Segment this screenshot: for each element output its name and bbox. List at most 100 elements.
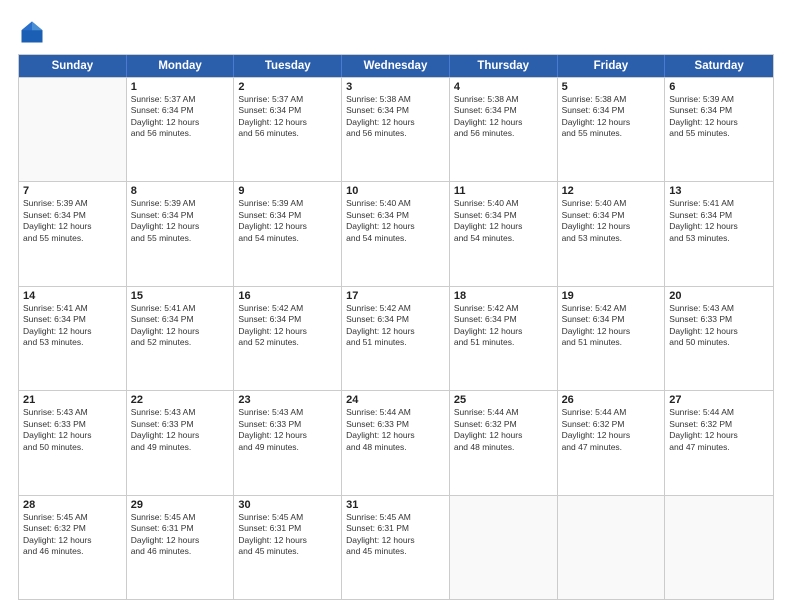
day-cell-23: 23Sunrise: 5:43 AMSunset: 6:33 PMDayligh… [234, 391, 342, 494]
cell-info: Sunrise: 5:44 AMSunset: 6:33 PMDaylight:… [346, 407, 445, 453]
week-row-2: 7Sunrise: 5:39 AMSunset: 6:34 PMDaylight… [19, 181, 773, 285]
cell-info: Sunrise: 5:40 AMSunset: 6:34 PMDaylight:… [562, 198, 661, 244]
day-cell-14: 14Sunrise: 5:41 AMSunset: 6:34 PMDayligh… [19, 287, 127, 390]
cell-info: Sunrise: 5:38 AMSunset: 6:34 PMDaylight:… [562, 94, 661, 140]
day-cell-27: 27Sunrise: 5:44 AMSunset: 6:32 PMDayligh… [665, 391, 773, 494]
cell-info: Sunrise: 5:43 AMSunset: 6:33 PMDaylight:… [23, 407, 122, 453]
empty-cell [19, 78, 127, 181]
day-cell-5: 5Sunrise: 5:38 AMSunset: 6:34 PMDaylight… [558, 78, 666, 181]
day-number: 24 [346, 394, 445, 406]
cell-info: Sunrise: 5:37 AMSunset: 6:34 PMDaylight:… [238, 94, 337, 140]
day-cell-28: 28Sunrise: 5:45 AMSunset: 6:32 PMDayligh… [19, 496, 127, 599]
week-row-3: 14Sunrise: 5:41 AMSunset: 6:34 PMDayligh… [19, 286, 773, 390]
cell-info: Sunrise: 5:45 AMSunset: 6:31 PMDaylight:… [346, 512, 445, 558]
day-number: 17 [346, 290, 445, 302]
day-number: 28 [23, 499, 122, 511]
day-cell-31: 31Sunrise: 5:45 AMSunset: 6:31 PMDayligh… [342, 496, 450, 599]
day-number: 5 [562, 81, 661, 93]
logo-icon [18, 18, 46, 46]
logo [18, 18, 50, 46]
day-cell-25: 25Sunrise: 5:44 AMSunset: 6:32 PMDayligh… [450, 391, 558, 494]
cell-info: Sunrise: 5:41 AMSunset: 6:34 PMDaylight:… [131, 303, 230, 349]
day-cell-20: 20Sunrise: 5:43 AMSunset: 6:33 PMDayligh… [665, 287, 773, 390]
day-number: 10 [346, 185, 445, 197]
day-number: 1 [131, 81, 230, 93]
cell-info: Sunrise: 5:43 AMSunset: 6:33 PMDaylight:… [131, 407, 230, 453]
header-day-wednesday: Wednesday [342, 55, 450, 77]
day-cell-22: 22Sunrise: 5:43 AMSunset: 6:33 PMDayligh… [127, 391, 235, 494]
header-day-thursday: Thursday [450, 55, 558, 77]
cell-info: Sunrise: 5:39 AMSunset: 6:34 PMDaylight:… [669, 94, 769, 140]
day-number: 12 [562, 185, 661, 197]
cell-info: Sunrise: 5:38 AMSunset: 6:34 PMDaylight:… [346, 94, 445, 140]
day-cell-21: 21Sunrise: 5:43 AMSunset: 6:33 PMDayligh… [19, 391, 127, 494]
empty-cell [450, 496, 558, 599]
header-day-saturday: Saturday [665, 55, 773, 77]
day-number: 29 [131, 499, 230, 511]
day-cell-15: 15Sunrise: 5:41 AMSunset: 6:34 PMDayligh… [127, 287, 235, 390]
day-cell-2: 2Sunrise: 5:37 AMSunset: 6:34 PMDaylight… [234, 78, 342, 181]
day-number: 4 [454, 81, 553, 93]
empty-cell [558, 496, 666, 599]
day-cell-9: 9Sunrise: 5:39 AMSunset: 6:34 PMDaylight… [234, 182, 342, 285]
day-number: 26 [562, 394, 661, 406]
day-cell-11: 11Sunrise: 5:40 AMSunset: 6:34 PMDayligh… [450, 182, 558, 285]
day-number: 15 [131, 290, 230, 302]
day-number: 11 [454, 185, 553, 197]
day-number: 27 [669, 394, 769, 406]
cell-info: Sunrise: 5:39 AMSunset: 6:34 PMDaylight:… [131, 198, 230, 244]
day-number: 22 [131, 394, 230, 406]
day-cell-17: 17Sunrise: 5:42 AMSunset: 6:34 PMDayligh… [342, 287, 450, 390]
day-number: 20 [669, 290, 769, 302]
day-cell-6: 6Sunrise: 5:39 AMSunset: 6:34 PMDaylight… [665, 78, 773, 181]
day-number: 2 [238, 81, 337, 93]
calendar: SundayMondayTuesdayWednesdayThursdayFrid… [18, 54, 774, 600]
header-day-tuesday: Tuesday [234, 55, 342, 77]
day-cell-19: 19Sunrise: 5:42 AMSunset: 6:34 PMDayligh… [558, 287, 666, 390]
day-number: 6 [669, 81, 769, 93]
day-cell-12: 12Sunrise: 5:40 AMSunset: 6:34 PMDayligh… [558, 182, 666, 285]
day-cell-18: 18Sunrise: 5:42 AMSunset: 6:34 PMDayligh… [450, 287, 558, 390]
cell-info: Sunrise: 5:42 AMSunset: 6:34 PMDaylight:… [238, 303, 337, 349]
cell-info: Sunrise: 5:42 AMSunset: 6:34 PMDaylight:… [562, 303, 661, 349]
cell-info: Sunrise: 5:45 AMSunset: 6:32 PMDaylight:… [23, 512, 122, 558]
cell-info: Sunrise: 5:44 AMSunset: 6:32 PMDaylight:… [669, 407, 769, 453]
week-row-5: 28Sunrise: 5:45 AMSunset: 6:32 PMDayligh… [19, 495, 773, 599]
cell-info: Sunrise: 5:45 AMSunset: 6:31 PMDaylight:… [238, 512, 337, 558]
empty-cell [665, 496, 773, 599]
week-row-1: 1Sunrise: 5:37 AMSunset: 6:34 PMDaylight… [19, 77, 773, 181]
day-cell-7: 7Sunrise: 5:39 AMSunset: 6:34 PMDaylight… [19, 182, 127, 285]
header-day-friday: Friday [558, 55, 666, 77]
calendar-header: SundayMondayTuesdayWednesdayThursdayFrid… [19, 55, 773, 77]
cell-info: Sunrise: 5:41 AMSunset: 6:34 PMDaylight:… [23, 303, 122, 349]
day-number: 21 [23, 394, 122, 406]
day-number: 31 [346, 499, 445, 511]
calendar-body: 1Sunrise: 5:37 AMSunset: 6:34 PMDaylight… [19, 77, 773, 599]
day-cell-1: 1Sunrise: 5:37 AMSunset: 6:34 PMDaylight… [127, 78, 235, 181]
cell-info: Sunrise: 5:37 AMSunset: 6:34 PMDaylight:… [131, 94, 230, 140]
day-cell-16: 16Sunrise: 5:42 AMSunset: 6:34 PMDayligh… [234, 287, 342, 390]
day-number: 3 [346, 81, 445, 93]
cell-info: Sunrise: 5:38 AMSunset: 6:34 PMDaylight:… [454, 94, 553, 140]
day-number: 14 [23, 290, 122, 302]
day-cell-30: 30Sunrise: 5:45 AMSunset: 6:31 PMDayligh… [234, 496, 342, 599]
day-number: 9 [238, 185, 337, 197]
cell-info: Sunrise: 5:41 AMSunset: 6:34 PMDaylight:… [669, 198, 769, 244]
cell-info: Sunrise: 5:40 AMSunset: 6:34 PMDaylight:… [346, 198, 445, 244]
day-cell-13: 13Sunrise: 5:41 AMSunset: 6:34 PMDayligh… [665, 182, 773, 285]
cell-info: Sunrise: 5:42 AMSunset: 6:34 PMDaylight:… [454, 303, 553, 349]
header [18, 18, 774, 46]
day-cell-29: 29Sunrise: 5:45 AMSunset: 6:31 PMDayligh… [127, 496, 235, 599]
day-number: 25 [454, 394, 553, 406]
cell-info: Sunrise: 5:39 AMSunset: 6:34 PMDaylight:… [238, 198, 337, 244]
day-cell-8: 8Sunrise: 5:39 AMSunset: 6:34 PMDaylight… [127, 182, 235, 285]
day-number: 13 [669, 185, 769, 197]
page: SundayMondayTuesdayWednesdayThursdayFrid… [0, 0, 792, 612]
header-day-sunday: Sunday [19, 55, 127, 77]
day-number: 18 [454, 290, 553, 302]
cell-info: Sunrise: 5:43 AMSunset: 6:33 PMDaylight:… [238, 407, 337, 453]
cell-info: Sunrise: 5:40 AMSunset: 6:34 PMDaylight:… [454, 198, 553, 244]
day-number: 8 [131, 185, 230, 197]
cell-info: Sunrise: 5:42 AMSunset: 6:34 PMDaylight:… [346, 303, 445, 349]
day-cell-24: 24Sunrise: 5:44 AMSunset: 6:33 PMDayligh… [342, 391, 450, 494]
